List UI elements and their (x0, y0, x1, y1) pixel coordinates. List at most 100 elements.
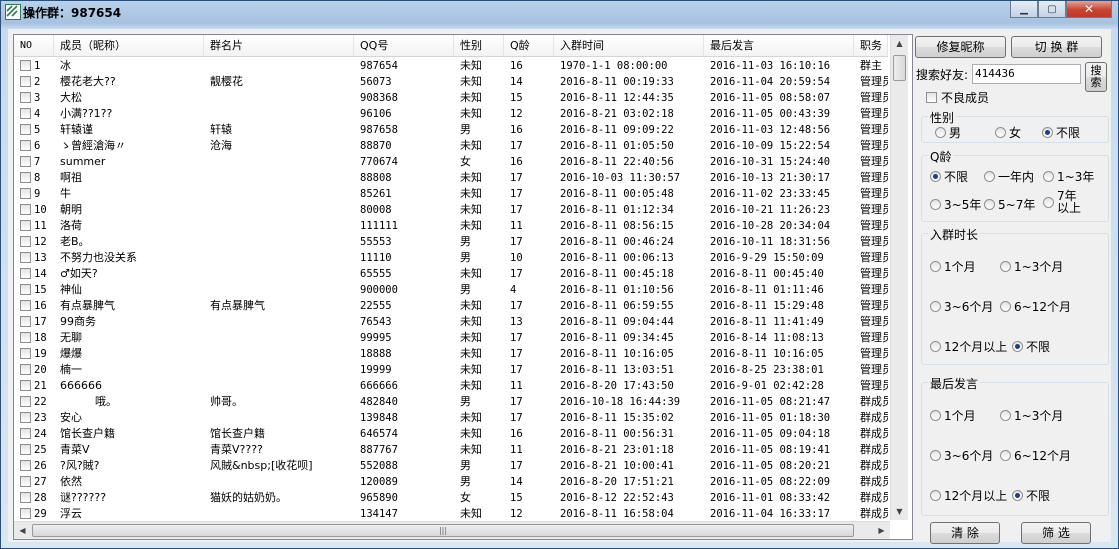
table-row[interactable]: 9 牛 85261 未知 17 2016-8-11 00:05:48 2016-11-02 … (14, 186, 888, 202)
table-row[interactable]: 18 无聊 99995 未知 17 2016-8-11 09:34:45 2016-8-14… (14, 330, 888, 346)
table-row[interactable]: 29 浮云 134147 未知 12 2016-8-11 16:58:04 2016-11-… (14, 506, 888, 521)
table-row[interactable]: 15 神仙 900000 男 4 2016-8-11 01:10:56 2016-8-11 … (14, 282, 888, 298)
row-checkbox[interactable] (20, 364, 31, 375)
row-checkbox[interactable] (20, 460, 31, 471)
member-list[interactable]: NO 成员（昵称） 群名片 QQ号 性别 Q龄 入群时间 最后发言 职务 1 冰 9… (13, 34, 913, 540)
last-6-12m-radio[interactable]: 6~12个月 (1000, 447, 1071, 464)
qage-any-radio[interactable]: 不限 (930, 168, 968, 185)
row-checkbox[interactable] (20, 188, 31, 199)
close-icon[interactable]: ✕ (1066, 1, 1112, 18)
last-1m-radio[interactable]: 1个月 (930, 407, 976, 424)
row-checkbox[interactable] (20, 92, 31, 103)
table-row[interactable]: 10 朝明 80008 未知 17 2016-8-11 01:12:34 2016-10-2… (14, 202, 888, 218)
table-row[interactable]: 13 不努力也没关系 11110 男 10 2016-8-11 00:06:13 2016-… (14, 250, 888, 266)
row-checkbox[interactable] (20, 140, 31, 151)
gender-female-radio[interactable]: 女 (995, 124, 1021, 141)
header-card[interactable]: 群名片 (204, 35, 354, 56)
table-row[interactable]: 24 馆长查户籍 馆长查户籍 646574 未知 16 2016-8-11 00:56:31… (14, 426, 888, 442)
title-bar[interactable]: 操作群：987654 ▁ ▢ ✕ (1, 1, 1118, 23)
table-row[interactable]: 1 冰 987654 未知 16 1970-1-1 08:00:00 2016-11-03 … (14, 58, 888, 74)
table-row[interactable]: 6 ゝ曾經滄海〃 沧海 88870 未知 17 2016-8-11 01:05:50 2016… (14, 138, 888, 154)
table-row[interactable]: 28 谜?????? 猫妖的姑奶奶。 965890 女 15 2016-8-12 22:52… (14, 490, 888, 506)
search-input[interactable]: 414436 (972, 64, 1081, 84)
header-nickname[interactable]: 成员（昵称） (54, 35, 204, 56)
minimize-icon[interactable]: ▁ (1010, 1, 1038, 18)
join-3-6m-radio[interactable]: 3~6个月 (930, 298, 993, 315)
horizontal-scrollbar[interactable]: ◀ ||| ▶ (14, 521, 890, 539)
join-6-12m-radio[interactable]: 6~12个月 (1000, 298, 1071, 315)
header-last-speak[interactable]: 最后发言 (704, 35, 854, 56)
row-checkbox[interactable] (20, 476, 31, 487)
row-checkbox[interactable] (20, 60, 31, 71)
row-checkbox[interactable] (20, 412, 31, 423)
last-12m-plus-radio[interactable]: 12个月以上 (930, 487, 1007, 504)
table-row[interactable]: 12 老B。 55553 男 17 2016-8-11 00:46:24 2016-10-1… (14, 234, 888, 250)
qage-7y-plus-radio[interactable]: 7年以上 (1043, 190, 1087, 214)
search-button[interactable]: 搜索 (1085, 62, 1107, 92)
row-checkbox[interactable] (20, 396, 31, 407)
table-row[interactable]: 21 666666 666666 未知 11 2016-8-20 17:43:50 2016… (14, 378, 888, 394)
row-checkbox[interactable] (20, 348, 31, 359)
header-role[interactable]: 职务 (854, 35, 888, 56)
join-any-radio[interactable]: 不限 (1012, 338, 1050, 355)
table-row[interactable]: 8 啊祖 88808 未知 17 2016-10-03 11:30:57 2016-10-1… (14, 170, 888, 186)
row-checkbox[interactable] (20, 380, 31, 391)
row-checkbox[interactable] (20, 76, 31, 87)
scroll-down-icon[interactable]: ▼ (891, 503, 908, 520)
row-checkbox[interactable] (20, 316, 31, 327)
row-checkbox[interactable] (20, 204, 31, 215)
header-gender[interactable]: 性别 (454, 35, 504, 56)
row-checkbox[interactable] (20, 508, 31, 519)
qage-5-7y-radio[interactable]: 5~7年 (984, 196, 1035, 213)
bad-member-checkbox[interactable]: 不良成员 (926, 89, 989, 106)
table-row[interactable]: 2 樱花老大?? 靓樱花 56073 未知 14 2016-8-11 00:19:33 201… (14, 74, 888, 90)
fix-nickname-button[interactable]: 修复昵称 (915, 36, 1006, 58)
row-checkbox[interactable] (20, 220, 31, 231)
row-checkbox[interactable] (20, 172, 31, 183)
switch-group-button[interactable]: 切 换 群 (1011, 36, 1102, 58)
row-checkbox[interactable] (20, 252, 31, 263)
scroll-up-icon[interactable]: ▲ (891, 35, 908, 52)
scroll-right-icon[interactable]: ▶ (873, 522, 890, 539)
vertical-scroll-thumb[interactable] (893, 55, 906, 81)
gender-male-radio[interactable]: 男 (935, 124, 961, 141)
table-row[interactable]: 14 ♂如天? 65555 未知 17 2016-8-11 00:45:18 2016-8-… (14, 266, 888, 282)
table-row[interactable]: 23 安心 139848 未知 17 2016-8-11 15:35:02 2016-11-… (14, 410, 888, 426)
gender-any-radio[interactable]: 不限 (1042, 124, 1080, 141)
table-row[interactable]: 7 summer 770674 女 16 2016-8-11 22:40:56 2016-1… (14, 154, 888, 170)
table-row[interactable]: 3 大松 908368 未知 15 2016-8-11 12:44:35 2016-11-0… (14, 90, 888, 106)
table-row[interactable]: 25 青菜V 青菜V???? 887767 未知 11 2016-8-21 23:01:18… (14, 442, 888, 458)
table-row[interactable]: 20 楠一 19999 未知 17 2016-8-11 13:03:51 2016-8-25… (14, 362, 888, 378)
horizontal-scroll-thumb[interactable]: ||| (32, 524, 854, 537)
row-checkbox[interactable] (20, 300, 31, 311)
table-row[interactable]: 22 哦。 帅哥。 482840 男 17 2016-10-18 16:44:39 2016… (14, 394, 888, 410)
maximize-icon[interactable]: ▢ (1038, 1, 1066, 18)
join-1-3m-radio[interactable]: 1~3个月 (1000, 258, 1063, 275)
header-qage[interactable]: Q龄 (504, 35, 554, 56)
header-qq[interactable]: QQ号 (354, 35, 454, 56)
table-row[interactable]: 27 依然 120089 男 14 2016-8-20 17:51:21 2016-11-0… (14, 474, 888, 490)
filter-button[interactable]: 筛 选 (1021, 522, 1091, 544)
table-row[interactable]: 17 99商务 76543 未知 13 2016-8-11 09:04:44 2016-8-… (14, 314, 888, 330)
last-3-6m-radio[interactable]: 3~6个月 (930, 447, 993, 464)
table-row[interactable]: 26 ?风?賊? 风賊&nbsp;[收花呗] 552088 男 17 2016-8-21 1… (14, 458, 888, 474)
scroll-left-icon[interactable]: ◀ (14, 522, 31, 539)
header-join-time[interactable]: 入群时间 (554, 35, 704, 56)
qage-1-3y-radio[interactable]: 1~3年 (1043, 168, 1094, 185)
row-checkbox[interactable] (20, 236, 31, 247)
header-no[interactable]: NO (14, 35, 54, 56)
qage-1y-radio[interactable]: 一年内 (984, 168, 1034, 185)
join-12m-plus-radio[interactable]: 12个月以上 (930, 338, 1007, 355)
table-row[interactable]: 11 洛荷 111111 未知 11 2016-8-11 08:56:15 2016-10-… (14, 218, 888, 234)
row-checkbox[interactable] (20, 428, 31, 439)
last-1-3m-radio[interactable]: 1~3个月 (1000, 407, 1063, 424)
row-checkbox[interactable] (20, 444, 31, 455)
last-any-radio[interactable]: 不限 (1012, 487, 1050, 504)
clear-button[interactable]: 清 除 (930, 522, 1000, 544)
table-row[interactable]: 19 爆爆 18888 未知 17 2016-8-11 10:16:05 2016-8-11… (14, 346, 888, 362)
table-row[interactable]: 4 小满??1?? 96106 未知 12 2016-8-21 03:02:18 2016-… (14, 106, 888, 122)
qage-3-5y-radio[interactable]: 3~5年 (930, 196, 981, 213)
row-checkbox[interactable] (20, 332, 31, 343)
join-1m-radio[interactable]: 1个月 (930, 258, 976, 275)
row-checkbox[interactable] (20, 284, 31, 295)
